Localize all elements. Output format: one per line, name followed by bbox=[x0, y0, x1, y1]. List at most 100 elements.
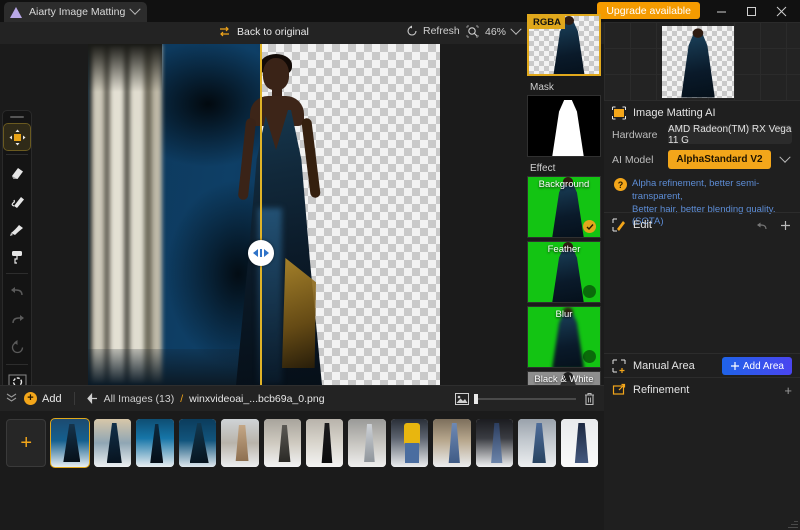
thumbnail-filmstrip[interactable]: + bbox=[0, 411, 604, 530]
refinement-add-icon[interactable]: + bbox=[784, 383, 792, 398]
undo-tool[interactable] bbox=[4, 278, 30, 304]
effect-feather[interactable]: Feather bbox=[527, 241, 601, 303]
slider-knob[interactable] bbox=[474, 394, 478, 404]
back-arrow-icon[interactable] bbox=[87, 393, 98, 404]
result-preview[interactable] bbox=[604, 22, 800, 100]
image-matting-ai-header[interactable]: Image Matting AI bbox=[604, 101, 800, 125]
list-item[interactable] bbox=[264, 419, 301, 467]
list-item[interactable] bbox=[306, 419, 343, 467]
refinement-header[interactable]: Refinement + bbox=[604, 378, 800, 402]
delete-icon[interactable] bbox=[583, 392, 596, 406]
chevron-down-double-icon bbox=[6, 393, 17, 402]
effect-mask[interactable] bbox=[527, 95, 601, 157]
list-item[interactable] bbox=[221, 419, 258, 467]
add-label: Add bbox=[42, 393, 62, 405]
effect-rgba-tag: RGBA bbox=[529, 16, 565, 29]
canvas-area[interactable] bbox=[0, 44, 604, 385]
edit-add-icon[interactable] bbox=[779, 219, 792, 232]
effect-black-and-white-thumb[interactable]: Black & White bbox=[527, 371, 601, 385]
brush-tool[interactable] bbox=[4, 215, 30, 241]
chevron-down-icon[interactable] bbox=[130, 4, 141, 15]
section-title: Refinement bbox=[633, 384, 689, 396]
help-icon[interactable]: ? bbox=[614, 178, 627, 191]
upgrade-button[interactable]: Upgrade available bbox=[597, 2, 700, 19]
eraser-tool[interactable] bbox=[4, 159, 30, 185]
add-area-button[interactable]: Add Area bbox=[722, 357, 792, 375]
slider-track[interactable] bbox=[476, 398, 576, 400]
breadcrumb-all-images[interactable]: All Images (13) bbox=[104, 393, 175, 405]
zoom-chevron-down-icon[interactable] bbox=[510, 23, 521, 34]
list-item[interactable] bbox=[433, 419, 470, 467]
app-tab-label: Aiarty Image Matting bbox=[29, 6, 125, 18]
effect-mask-thumb[interactable] bbox=[527, 95, 601, 157]
effect-selected-check-icon bbox=[583, 220, 596, 233]
list-item[interactable] bbox=[561, 419, 598, 467]
effect-rgba-thumb[interactable]: RGBA bbox=[527, 14, 601, 76]
list-item[interactable] bbox=[136, 419, 173, 467]
effect-blur-thumb[interactable]: Blur bbox=[527, 306, 601, 368]
ai-model-value[interactable]: AlphaStandard V2 bbox=[668, 150, 771, 169]
section-title: Manual Area bbox=[633, 360, 695, 372]
close-icon[interactable] bbox=[766, 0, 796, 22]
effect-background[interactable]: Background bbox=[527, 176, 601, 238]
effect-rgba[interactable]: RGBA bbox=[527, 14, 601, 76]
maximize-icon[interactable] bbox=[736, 0, 766, 22]
effect-blur[interactable]: Blur bbox=[527, 306, 601, 368]
edit-undo-icon[interactable] bbox=[756, 219, 769, 232]
collapse-filmstrip-icon[interactable] bbox=[0, 393, 24, 405]
ai-model-label: AI Model bbox=[612, 154, 662, 166]
transform-tool[interactable] bbox=[4, 124, 30, 150]
refresh-button[interactable]: Refresh bbox=[406, 25, 460, 37]
resize-grip[interactable] bbox=[788, 518, 798, 528]
redo-icon bbox=[9, 311, 26, 328]
add-thumbnail-button[interactable]: + bbox=[6, 419, 46, 467]
list-item[interactable] bbox=[518, 419, 555, 467]
ai-model-chevron-down-icon[interactable] bbox=[779, 151, 790, 162]
thumbnail-size-slider[interactable] bbox=[455, 392, 604, 406]
image-pillars bbox=[88, 44, 162, 385]
effect-toggle-dot[interactable] bbox=[583, 285, 596, 298]
edit-header[interactable]: Edit bbox=[604, 213, 800, 237]
minimize-icon[interactable] bbox=[706, 0, 736, 22]
thumbnail-size-icon bbox=[455, 393, 469, 405]
brush-icon bbox=[9, 220, 26, 237]
list-item[interactable] bbox=[348, 419, 385, 467]
edit-icon bbox=[612, 218, 626, 232]
reset-tool[interactable] bbox=[4, 334, 30, 360]
zoom-control[interactable]: 46% bbox=[466, 25, 520, 38]
list-item[interactable] bbox=[391, 419, 428, 467]
list-item[interactable] bbox=[94, 419, 131, 467]
effect-toggle-dot[interactable] bbox=[583, 350, 596, 363]
back-to-original-button[interactable]: Back to original bbox=[218, 25, 309, 38]
matting-ai-icon bbox=[612, 106, 626, 120]
effects-strip[interactable]: RGBA Mask Effect Ba bbox=[527, 14, 601, 385]
app-tab[interactable]: Aiarty Image Matting bbox=[4, 2, 147, 22]
section-title: Edit bbox=[633, 219, 652, 231]
hardware-label: Hardware bbox=[612, 129, 662, 141]
add-images-button[interactable]: + Add bbox=[24, 392, 62, 405]
list-item[interactable] bbox=[51, 419, 88, 467]
effect-black-and-white[interactable]: Black & White bbox=[527, 371, 601, 385]
effect-background-thumb[interactable]: Background bbox=[527, 176, 601, 238]
list-item[interactable] bbox=[476, 419, 513, 467]
toolbar-divider bbox=[6, 154, 28, 155]
hardware-dropdown[interactable]: AMD Radeon(TM) RX Vega 11 G bbox=[668, 125, 792, 144]
image-preview bbox=[88, 44, 440, 385]
split-handle[interactable] bbox=[248, 240, 274, 266]
pen-icon bbox=[9, 192, 26, 209]
effect-label: Background bbox=[528, 179, 600, 190]
manual-area-header[interactable]: Manual Area Add Area bbox=[604, 354, 800, 378]
breadcrumb-separator: / bbox=[180, 393, 183, 405]
thumbnail-row: + bbox=[6, 419, 598, 467]
redo-tool[interactable] bbox=[4, 306, 30, 332]
roller-tool[interactable] bbox=[4, 243, 30, 269]
subject-right-arm bbox=[301, 118, 321, 199]
mini-head bbox=[693, 28, 704, 37]
eraser-icon bbox=[9, 164, 26, 181]
toolbar-grip[interactable] bbox=[10, 116, 24, 118]
effect-feather-thumb[interactable]: Feather bbox=[527, 241, 601, 303]
refresh-icon bbox=[406, 25, 418, 37]
restore-pen-tool[interactable] bbox=[4, 187, 30, 213]
list-item[interactable] bbox=[179, 419, 216, 467]
subject-dress-sheen bbox=[258, 208, 282, 384]
